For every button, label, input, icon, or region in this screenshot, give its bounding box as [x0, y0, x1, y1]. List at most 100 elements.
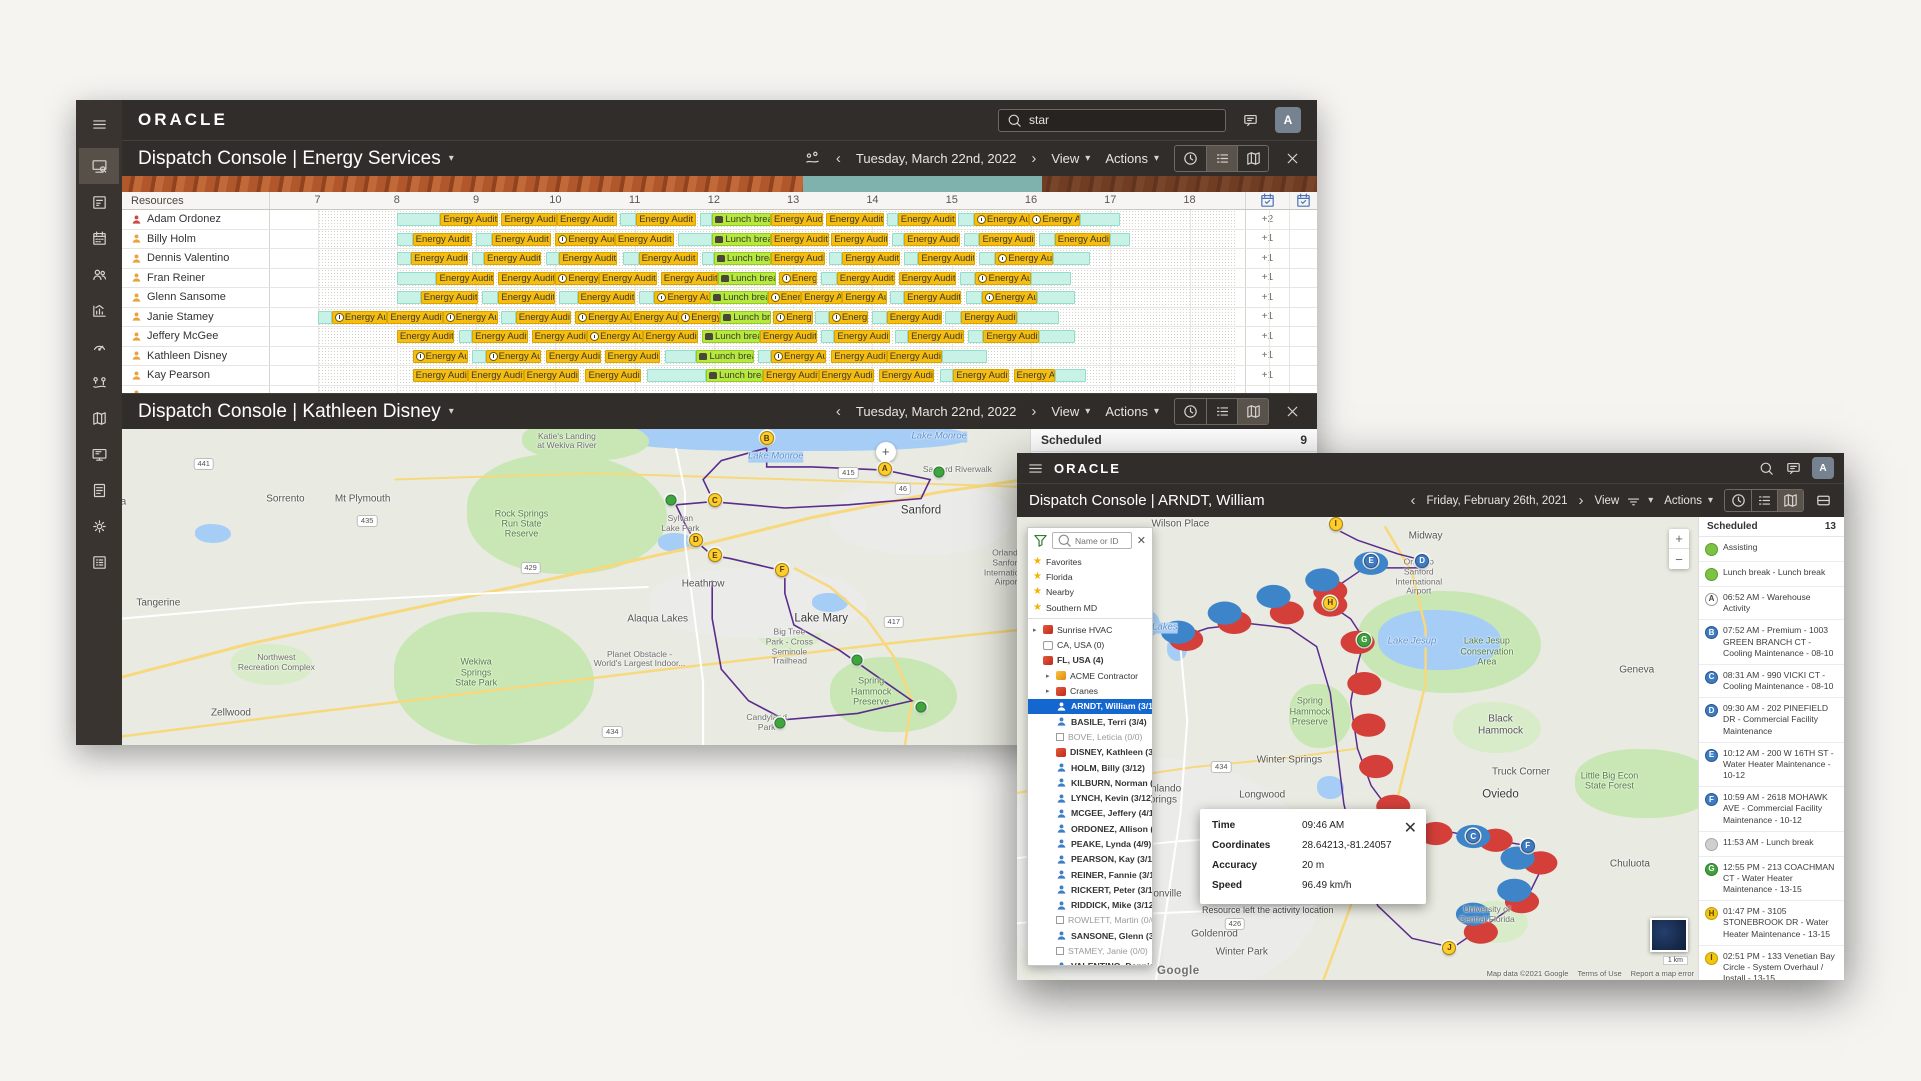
tree-item-stamey-janie-0-0-[interactable]: STAMEY, Janie (0/0) — [1028, 943, 1152, 958]
list-view-icon[interactable] — [1206, 399, 1237, 424]
activity-bar[interactable]: Energy Audit — [436, 272, 493, 285]
time-view-icon[interactable] — [1725, 490, 1751, 511]
lunch-break-bar[interactable]: Lunch break — [696, 350, 753, 363]
activity-bar[interactable]: Energy Audit — [559, 252, 617, 265]
scheduled-item[interactable]: I02:51 PM - 133 Venetian Bay Circle - Sy… — [1699, 946, 1844, 980]
activity-bar[interactable]: Energy Audit — [760, 330, 817, 343]
travel-bar[interactable] — [964, 233, 980, 246]
travel-bar[interactable] — [459, 330, 472, 343]
view-button[interactable]: View▾ — [1051, 404, 1090, 419]
activity-bar[interactable]: Energy Audit — [842, 291, 886, 304]
travel-bar[interactable] — [501, 311, 515, 324]
activity-bar[interactable]: Energy Audit — [1029, 213, 1080, 226]
map-marker-J[interactable]: J — [1442, 941, 1456, 955]
resource-name[interactable]: Jeffery McGee — [122, 327, 270, 346]
travel-bar[interactable] — [702, 252, 714, 265]
travel-bar[interactable] — [623, 252, 639, 265]
activity-bar[interactable]: Energy Audit — [397, 330, 454, 343]
prev-day-button[interactable]: ‹ — [836, 403, 841, 420]
tree-favorite-nearby[interactable]: ★Nearby — [1028, 585, 1152, 600]
activity-bar[interactable]: Energy Audit — [411, 252, 468, 265]
scheduled-item[interactable]: H01:47 PM - 3105 STONEBROOK DR - Water H… — [1699, 901, 1844, 946]
activity-bar[interactable]: Energy Audit — [995, 252, 1053, 265]
map-marker-C[interactable]: C — [1466, 829, 1480, 843]
activity-bar[interactable]: Energy Audit — [413, 369, 468, 382]
activity-bar[interactable]: Energy Audit — [615, 233, 674, 246]
tree-item-disney-kathleen-3-12-[interactable]: DISNEY, Kathleen (3/12) — [1028, 745, 1152, 760]
travel-bar[interactable] — [872, 311, 886, 324]
activity-bar[interactable]: Energy Audit — [498, 272, 555, 285]
activity-bar[interactable]: Energy Audit — [636, 213, 696, 226]
activity-bar[interactable]: Energy Audit — [887, 350, 942, 363]
activity-bar[interactable]: Energy Audit — [953, 369, 1008, 382]
travel-bar[interactable] — [546, 252, 559, 265]
activity-bar[interactable]: Energy Audit — [605, 350, 660, 363]
activity-bar[interactable]: Energy Audit — [578, 291, 635, 304]
tree-item-riddick-mike-3-12-[interactable]: RIDDICK, Mike (3/12) — [1028, 898, 1152, 913]
travel-bar[interactable] — [1031, 272, 1071, 285]
activity-bar[interactable]: Energy Audit — [555, 233, 614, 246]
activity-bar[interactable]: Energy Audit — [468, 369, 523, 382]
tree-item-arndt-william-3-11-[interactable]: ARNDT, William (3/11) — [1028, 699, 1152, 714]
travel-bar[interactable] — [829, 252, 842, 265]
activity-bar[interactable]: Energy Audit — [829, 311, 869, 324]
tree-item-valentino-dennis-2-11-[interactable]: VALENTINO, Dennis (2/11) — [1028, 959, 1152, 965]
activity-bar[interactable]: Energy Audit — [908, 330, 963, 343]
close-icon[interactable]: ✕ — [1404, 818, 1417, 838]
activity-bar[interactable]: Energy Audit — [771, 350, 826, 363]
activity-bar[interactable]: Energy Audit — [826, 213, 884, 226]
map-marker-stop[interactable] — [775, 717, 786, 728]
console-title-disney[interactable]: Dispatch Console | Kathleen Disney ▾ — [138, 401, 454, 423]
panels-icon[interactable] — [79, 184, 119, 220]
resource-name[interactable]: Dennis Valentino — [122, 249, 270, 268]
activity-bar[interactable]: Energy Audit — [585, 369, 640, 382]
activity-bar[interactable]: Energy Audit — [763, 369, 818, 382]
chat-icon[interactable] — [1785, 460, 1802, 477]
activity-bar[interactable]: Energy Audit — [904, 233, 959, 246]
activity-bar[interactable]: Energy Audit — [413, 233, 472, 246]
activity-bar[interactable]: Energy Audit — [771, 213, 823, 226]
dispatch-icon[interactable] — [79, 148, 119, 184]
map-marker-stop[interactable] — [852, 654, 863, 665]
travel-bar[interactable] — [620, 213, 636, 226]
tree-item-acme-contractor[interactable]: ▸ACME Contractor — [1028, 668, 1152, 683]
scheduled-item[interactable]: 11:53 AM - Lunch break — [1699, 832, 1844, 857]
date-label[interactable]: Tuesday, March 22nd, 2022 — [856, 404, 1016, 419]
activity-bar[interactable]: Energy Audit — [779, 272, 817, 285]
activity-bar[interactable]: Energy Audit — [631, 311, 679, 324]
next-day-button[interactable]: › — [1031, 150, 1036, 167]
map-view-icon[interactable] — [1777, 490, 1803, 511]
calendar-column-header[interactable] — [1289, 192, 1317, 209]
filter-funnel-icon[interactable] — [1032, 532, 1049, 549]
travel-bar[interactable] — [892, 233, 904, 246]
travel-bar[interactable] — [1080, 213, 1120, 226]
actions-button[interactable]: Actions▾ — [1105, 151, 1159, 166]
travel-bar[interactable] — [397, 233, 413, 246]
activity-bar[interactable]: Energy Audit — [421, 291, 478, 304]
travel-bar[interactable] — [1017, 311, 1059, 324]
lunch-break-bar[interactable]: Lunch break — [712, 213, 771, 226]
travel-bar[interactable] — [472, 350, 485, 363]
time-view-icon[interactable] — [1175, 399, 1206, 424]
travel-bar[interactable] — [942, 350, 987, 363]
lunch-break-bar[interactable]: Lunch break — [714, 252, 771, 265]
view-button[interactable]: View▾ — [1051, 151, 1090, 166]
travel-bar[interactable] — [318, 311, 332, 324]
prev-day-button[interactable]: ‹ — [836, 150, 841, 167]
travel-bar[interactable] — [960, 272, 976, 285]
search-icon[interactable] — [1758, 460, 1775, 477]
activity-bar[interactable]: Energy Audit — [898, 213, 956, 226]
close-icon[interactable]: ✕ — [1135, 534, 1148, 547]
travel-bar[interactable] — [476, 233, 492, 246]
tree-item-rowlett-martin-0-0-[interactable]: ROWLETT, Martin (0/0) — [1028, 913, 1152, 928]
scheduled-item[interactable]: E10:12 AM - 200 W 16TH ST - Water Heater… — [1699, 743, 1844, 788]
map-kathleen-disney[interactable]: + Katie's Landing at Wekiva RiverLake Mo… — [122, 429, 1030, 745]
prev-day-button[interactable]: ‹ — [1410, 492, 1415, 509]
activity-bar[interactable]: Energy Audit — [575, 311, 630, 324]
tree-item-kilburn-norman-3-10-[interactable]: KILBURN, Norman (3/10) — [1028, 775, 1152, 790]
scheduled-item[interactable]: G12:55 PM - 213 COACHMAN CT - Water Heat… — [1699, 857, 1844, 902]
actions-button[interactable]: Actions▾ — [1664, 495, 1713, 507]
scheduled-item[interactable]: B07:52 AM - Premium - 1003 GREEN BRANCH … — [1699, 620, 1844, 665]
scheduled-item[interactable]: F10:59 AM - 2618 MOHAWK AVE - Commercial… — [1699, 787, 1844, 832]
resource-name[interactable]: Fran Reiner — [122, 269, 270, 288]
